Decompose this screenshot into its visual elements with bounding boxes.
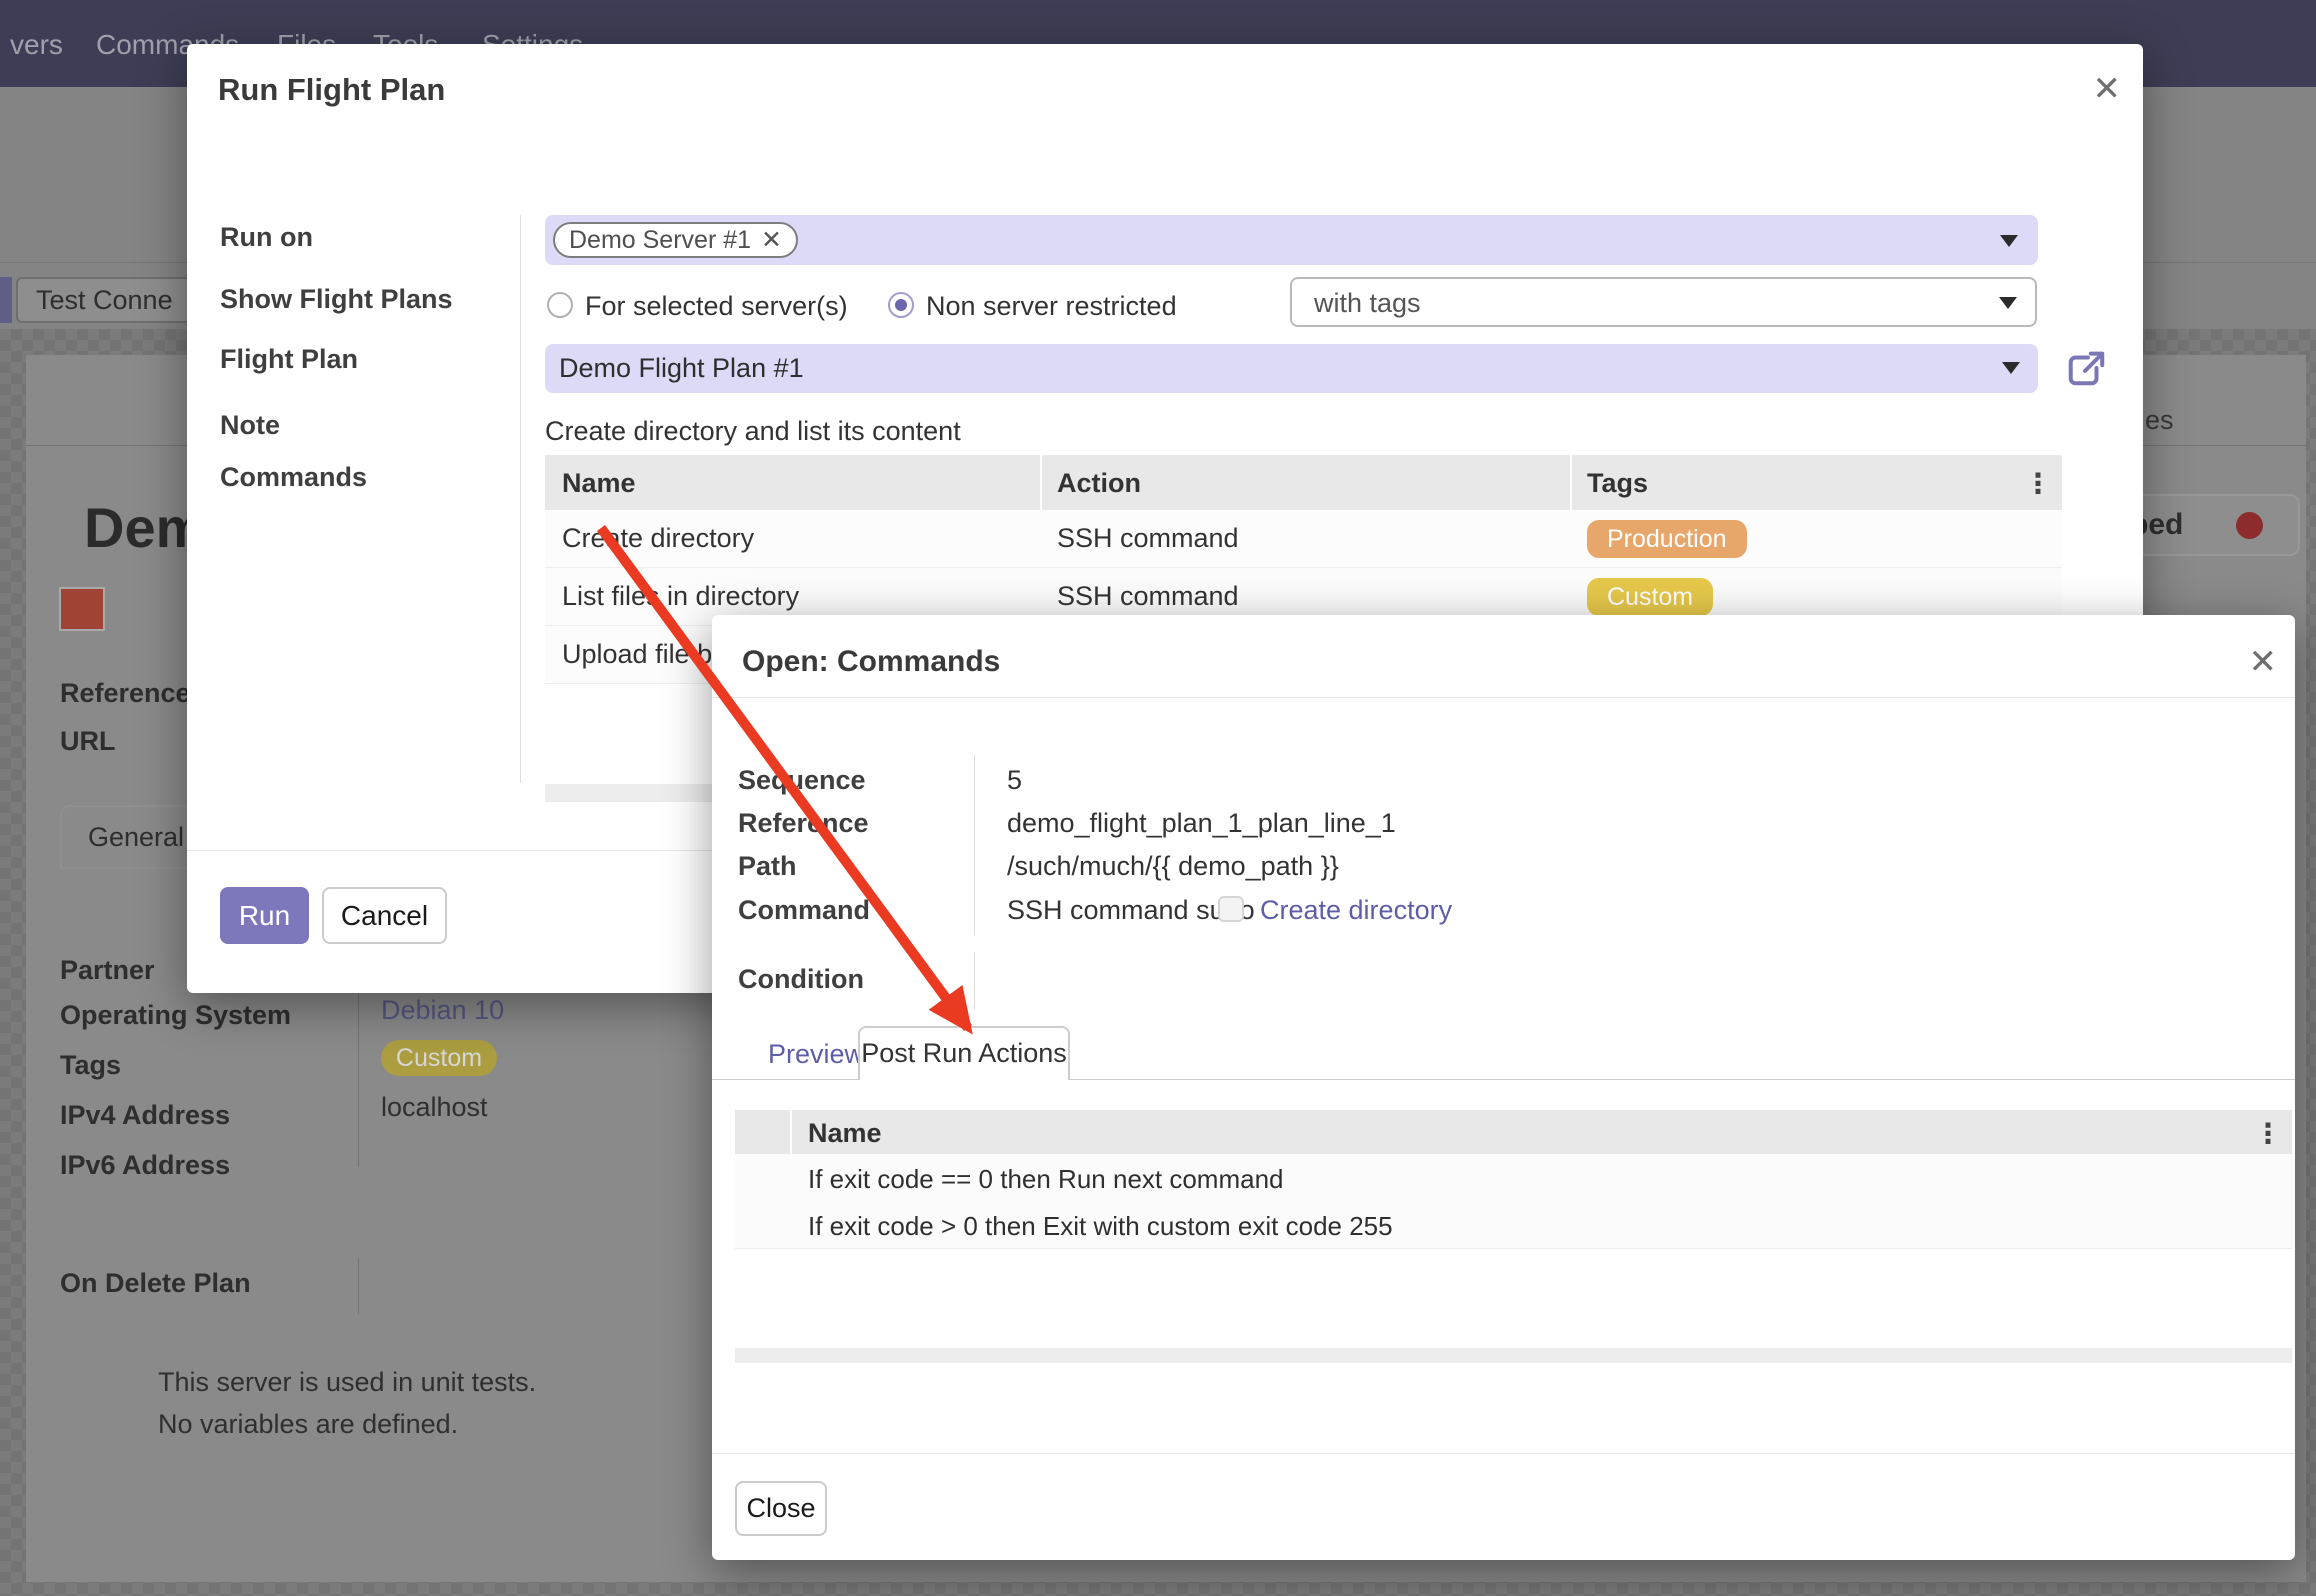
col-divider: [1040, 455, 1042, 510]
primary-button-fragment[interactable]: [0, 277, 12, 323]
row-name: Create directory: [562, 523, 754, 554]
run-on-field[interactable]: Demo Server #1 ✕: [545, 215, 2038, 265]
table-header: Name Action Tags ⋮: [545, 455, 2062, 510]
reference-label: Reference: [60, 678, 191, 709]
modal-title: Run Flight Plan: [218, 72, 445, 108]
label-divider: [520, 215, 521, 783]
command-link[interactable]: Create directory: [1260, 895, 1452, 926]
path-label: Path: [738, 851, 797, 882]
with-tags-select[interactable]: with tags: [1290, 277, 2037, 327]
ipv4-label: IPv4 Address: [60, 1100, 230, 1131]
test-connection-button[interactable]: Test Conne: [16, 277, 216, 323]
tag-badge: Production: [1587, 520, 1747, 558]
status-dot-icon: [2236, 512, 2263, 539]
radio-non-server-restricted-label[interactable]: Non server restricted: [926, 291, 1177, 322]
close-button[interactable]: Close: [735, 1481, 827, 1536]
show-flight-plans-label: Show Flight Plans: [220, 284, 453, 315]
avatar: [59, 587, 105, 631]
col-action[interactable]: Action: [1057, 468, 1141, 499]
close-icon[interactable]: ✕: [2093, 72, 2122, 106]
row-name: Upload file by: [562, 639, 726, 670]
sequence-label: Sequence: [738, 765, 866, 796]
table-options-icon[interactable]: ⋮: [2254, 1117, 2282, 1150]
radio-non-server-restricted[interactable]: [888, 292, 914, 318]
flight-plan-label: Flight Plan: [220, 344, 358, 375]
field-divider: [358, 1258, 359, 1314]
reference-label: Reference: [738, 808, 869, 839]
os-label: Operating System: [60, 1000, 291, 1031]
reference-value: demo_flight_plan_1_plan_line_1: [1007, 808, 1396, 839]
tags-label: Tags: [60, 1050, 121, 1081]
row-action: SSH command: [1057, 581, 1239, 612]
unit-test-note-line1: This server is used in unit tests.: [158, 1367, 536, 1398]
table-options-icon[interactable]: ⋮: [2024, 467, 2052, 500]
col-name[interactable]: Name: [562, 468, 636, 499]
external-link-icon[interactable]: [2063, 347, 2109, 389]
header-divider: [712, 697, 2295, 698]
footer-divider: [712, 1453, 2295, 1454]
table-row[interactable]: If exit code == 0 then Run next command: [735, 1154, 2292, 1202]
tab-post-run-actions[interactable]: Post Run Actions: [858, 1026, 1070, 1080]
condition-label: Condition: [738, 964, 864, 995]
row-name: List files in directory: [562, 581, 799, 612]
cancel-button[interactable]: Cancel: [322, 887, 447, 944]
run-button[interactable]: Run: [220, 887, 309, 944]
tags-value-badge: Custom: [381, 1040, 497, 1076]
row-name: If exit code == 0 then Run next command: [808, 1164, 1284, 1195]
col-tags[interactable]: Tags: [1587, 468, 1648, 499]
table-row[interactable]: If exit code > 0 then Exit with custom e…: [735, 1201, 2292, 1249]
chevron-down-icon: [1999, 297, 2017, 309]
smart-button-fragment[interactable]: es: [2145, 405, 2174, 436]
commands-label: Commands: [220, 462, 367, 493]
sequence-value: 5: [1007, 765, 1022, 796]
command-label: Command: [738, 895, 870, 926]
unit-test-note-line2: No variables are defined.: [158, 1409, 458, 1440]
table-row[interactable]: Create directory SSH command Production: [545, 510, 2062, 568]
menu-servers[interactable]: vers: [10, 29, 63, 61]
partner-label: Partner: [60, 955, 155, 986]
chevron-down-icon: [2000, 235, 2018, 247]
row-action: SSH command: [1057, 523, 1239, 554]
close-icon[interactable]: ✕: [2249, 645, 2278, 679]
row-divider: [735, 1248, 2292, 1249]
radio-selected-servers[interactable]: [547, 292, 573, 318]
table-header: Name ⋮: [735, 1110, 2292, 1154]
screen: Test Conne es ped Demo Reference URL Gen…: [0, 0, 2316, 1596]
tab-preview[interactable]: Preview: [768, 1039, 864, 1070]
path-value: /such/much/{{ demo_path }}: [1007, 851, 1339, 882]
modal-title: Open: Commands: [742, 645, 1000, 679]
sudo-checkbox[interactable]: [1218, 896, 1244, 922]
server-tag-label: Demo Server #1: [569, 226, 751, 254]
ipv4-value: localhost: [381, 1092, 488, 1123]
with-tags-value: with tags: [1314, 288, 1421, 319]
os-value-link[interactable]: Debian 10: [381, 995, 504, 1026]
run-on-label: Run on: [220, 222, 313, 253]
flight-plan-value: Demo Flight Plan #1: [559, 353, 804, 384]
note-label: Note: [220, 410, 280, 441]
col-divider: [1570, 455, 1572, 510]
flight-plan-caption: Create directory and list its content: [545, 416, 961, 447]
flight-plan-select[interactable]: Demo Flight Plan #1: [545, 344, 2038, 393]
on-delete-plan-label: On Delete Plan: [60, 1268, 251, 1299]
open-commands-modal: Open: Commands ✕ Sequence Reference Path…: [712, 615, 2295, 1560]
remove-tag-icon[interactable]: ✕: [761, 226, 782, 254]
label-divider: [974, 755, 975, 935]
ipv6-label: IPv6 Address: [60, 1150, 230, 1181]
radio-selected-servers-label[interactable]: For selected server(s): [585, 291, 848, 322]
table-footer-band: [735, 1348, 2292, 1363]
server-tag-pill[interactable]: Demo Server #1 ✕: [553, 222, 798, 258]
chevron-down-icon: [2002, 362, 2020, 374]
tag-badge: Custom: [1587, 578, 1713, 616]
row-name: If exit code > 0 then Exit with custom e…: [808, 1211, 1393, 1242]
url-label: URL: [60, 726, 116, 757]
label-divider: [974, 952, 975, 1010]
col-divider: [790, 1110, 792, 1154]
col-name[interactable]: Name: [808, 1118, 882, 1149]
